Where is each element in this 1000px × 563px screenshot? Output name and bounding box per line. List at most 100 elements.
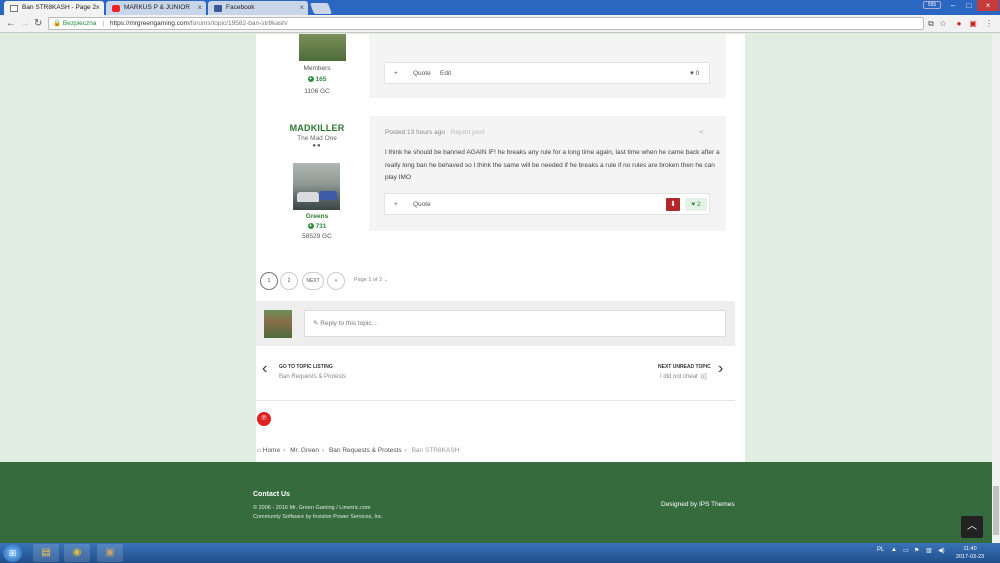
next-unread-topic-link[interactable]: NEXT UNREAD TOPIC xyxy=(658,364,711,370)
page-1-button[interactable]: 1 xyxy=(260,272,278,290)
next-page-button[interactable]: NEXT xyxy=(302,272,324,290)
page-viewport: Members +165 1106 GC + Quote Edit ♥ 0 MA… xyxy=(0,34,1000,543)
display-icon[interactable]: ▭ xyxy=(903,547,909,554)
breadcrumb-current: Ban STR8KASH xyxy=(411,447,460,454)
downvote-button[interactable]: ⬇ xyxy=(666,198,680,211)
share-icon[interactable]: ⋖ xyxy=(698,128,704,136)
close-icon[interactable]: × xyxy=(197,3,202,12)
go-to-topic-listing-link[interactable]: GO TO TOPIC LISTING xyxy=(279,364,333,370)
breadcrumb-mr-green[interactable]: Mr. Green xyxy=(290,447,319,454)
breadcrumb-home[interactable]: Home xyxy=(263,447,280,454)
language-indicator[interactable]: PL xyxy=(877,547,884,553)
tab-youtube[interactable]: MARKUS P & JUNIOR × xyxy=(106,1,206,15)
url-path: /forums/topic/19582-ban-str8kash/ xyxy=(188,20,288,27)
star-icon[interactable]: ☆ xyxy=(938,19,948,29)
avatar[interactable] xyxy=(293,163,340,210)
home-icon: ⌂ xyxy=(257,447,261,454)
arrow-down-icon: ⬇ xyxy=(670,201,676,208)
windows-start-icon[interactable]: ⊞ xyxy=(3,544,22,562)
media-app-icon[interactable]: ▣ xyxy=(97,544,123,562)
close-icon[interactable]: × xyxy=(299,3,304,12)
youtube-extension-icon[interactable]: ▣ xyxy=(968,19,978,29)
pinterest-share-icon[interactable]: ℗ xyxy=(257,412,271,426)
tab-ban-str8kash[interactable]: Ban STR8KASH - Page 2 × xyxy=(4,1,104,15)
plus-button[interactable]: + xyxy=(394,70,398,77)
secure-label: Bezpieczna xyxy=(62,20,97,27)
system-clock[interactable]: 11:40 2017-03-23 xyxy=(953,545,987,561)
window-close-icon[interactable]: × xyxy=(977,0,999,11)
page-scrollbar[interactable] xyxy=(992,34,1000,543)
clock-date: 2017-03-23 xyxy=(955,554,985,560)
back-to-top-button[interactable]: ︿ xyxy=(961,516,983,538)
quote-button[interactable]: Quote xyxy=(413,201,431,208)
breadcrumb-ban-requests[interactable]: Ban Requests & Protests xyxy=(329,447,402,454)
scrollbar-thumb[interactable] xyxy=(993,486,999,535)
tab-title: Ban STR8KASH - Page 2 xyxy=(22,4,97,11)
address-bar: ← → ↻ 🔒 Bezpieczna | https://mrgreengami… xyxy=(0,15,1000,33)
edit-button[interactable]: Edit xyxy=(440,70,451,77)
network-icon[interactable]: ▥ xyxy=(926,547,932,554)
back-icon[interactable]: ← xyxy=(6,18,16,29)
post2-box: Posted 13 hours ago · Report post ⋖ I th… xyxy=(369,116,726,231)
software-credit: Community Software by Invision Power Ser… xyxy=(253,514,384,520)
chevron-up-icon: ︿ xyxy=(967,521,977,532)
avatar[interactable] xyxy=(299,34,346,61)
profile-button[interactable]: 555 xyxy=(923,1,941,9)
rank-dots: ●● xyxy=(312,143,322,149)
minimize-icon[interactable]: – xyxy=(945,0,961,11)
reputation: +165 xyxy=(307,76,327,83)
chevron-left-icon[interactable]: ‹ xyxy=(262,360,267,378)
post1-box: + Quote Edit ♥ 0 xyxy=(369,34,726,98)
report-post-link[interactable]: · Report post xyxy=(447,129,485,136)
contact-us-link[interactable]: Contact Us xyxy=(253,491,290,498)
member-group: Greens xyxy=(305,213,329,220)
quote-button[interactable]: Quote xyxy=(413,70,431,77)
volume-icon[interactable]: ◀) xyxy=(938,547,945,554)
page-icon xyxy=(10,5,18,12)
maximize-icon[interactable]: □ xyxy=(961,0,977,11)
tab-facebook[interactable]: Facebook × xyxy=(208,1,308,15)
avatar xyxy=(264,310,292,338)
site-footer: Contact Us © 2006 - 2016 Mr. Green Gamin… xyxy=(0,462,1000,543)
tray-arrow-icon[interactable]: ▲ xyxy=(891,547,897,553)
copyright-text: © 2006 - 2016 Mr. Green Gaming / Limetri… xyxy=(253,505,371,511)
close-icon[interactable]: × xyxy=(95,3,100,12)
member-group: Members xyxy=(303,65,331,72)
reply-input[interactable]: ✎ Reply to this topic... xyxy=(304,310,726,337)
post2-author-stats: Greens +731 58529 GC xyxy=(262,213,372,240)
plus-circle-icon: + xyxy=(307,76,314,83)
gc-count: 1106 GC xyxy=(304,88,330,95)
breadcrumb: ⌂ Home › Mr. Green › Ban Requests & Protes… xyxy=(257,447,460,454)
heart-icon: ♥ xyxy=(690,70,694,77)
like-count[interactable]: ♥ 2 xyxy=(685,198,707,211)
url-input[interactable]: 🔒 Bezpieczna | https://mrgreengaming.com… xyxy=(48,17,924,30)
post-content: I think he should be banned AGAIN IF! he… xyxy=(385,149,720,181)
chrome-icon[interactable]: ◉ xyxy=(64,544,90,562)
like-count[interactable]: ♥ 0 xyxy=(690,70,699,77)
page-jump-dropdown[interactable]: Page 1 of 2 ⌄ xyxy=(354,277,388,283)
extension-icon[interactable]: ● xyxy=(954,19,964,29)
tab-title: MARKUS P & JUNIOR xyxy=(124,4,190,11)
translate-icon[interactable]: ⧉ xyxy=(926,19,936,29)
post2-author: MADKILLER The Mad One ●● xyxy=(262,123,372,149)
lock-icon: 🔒 xyxy=(53,20,62,27)
reputation: +731 xyxy=(307,223,327,230)
chevron-right-icon[interactable]: › xyxy=(718,360,723,378)
last-page-button[interactable]: » xyxy=(327,272,345,290)
flag-icon[interactable]: ⚑ xyxy=(914,547,919,554)
post-date: Posted 13 hours ago · Report post xyxy=(385,129,485,136)
forum-content: Members +165 1106 GC + Quote Edit ♥ 0 MA… xyxy=(256,34,745,462)
next-topic-subtitle[interactable]: I did not cheat :((( xyxy=(660,374,707,380)
topic-listing-subtitle[interactable]: Ban Requests & Protests xyxy=(279,374,346,380)
page-2-button[interactable]: 2 xyxy=(280,272,298,290)
plus-button[interactable]: + xyxy=(394,201,398,208)
reply-area: ✎ Reply to this topic... xyxy=(256,301,735,346)
file-explorer-icon[interactable]: ▤ xyxy=(33,544,59,562)
heart-icon: ♥ xyxy=(691,201,696,208)
reload-icon[interactable]: ↻ xyxy=(34,18,42,29)
menu-icon[interactable]: ⋮ xyxy=(984,19,994,29)
forward-icon[interactable]: → xyxy=(20,18,30,29)
new-tab-button[interactable] xyxy=(309,3,333,14)
author-name[interactable]: MADKILLER xyxy=(262,123,372,133)
author-title: The Mad One xyxy=(297,135,337,142)
